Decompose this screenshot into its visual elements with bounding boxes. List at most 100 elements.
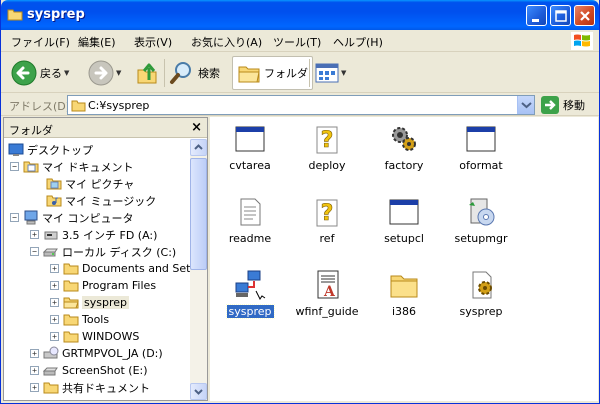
floppy-icon <box>44 231 58 240</box>
folders-pane-title: フォルダ <box>9 124 53 137</box>
folders-pane-header: フォルダ × <box>4 118 207 138</box>
expand-icon[interactable]: + <box>30 383 39 392</box>
file-label: cvtarea <box>229 159 271 172</box>
back-label: 戻る <box>40 67 62 80</box>
tree-item-label: デスクトップ <box>27 143 93 157</box>
menu-file[interactable]: ファイル(F) <box>11 34 70 50</box>
tree-item-documents-and-settings[interactable]: + Documents and Settings <box>50 260 190 277</box>
settings-file-icon <box>472 271 492 299</box>
folder-open-icon <box>63 297 79 309</box>
expand-icon[interactable]: + <box>50 332 59 341</box>
folder-icon <box>43 382 59 394</box>
tree-item-windows[interactable]: + WINDOWS <box>50 328 139 345</box>
expand-icon[interactable]: + <box>30 366 39 375</box>
folders-button[interactable]: フォルダ <box>232 56 313 90</box>
tree-item-label: 3.5 インチ FD (A:) <box>62 228 158 242</box>
file-item[interactable]: readme <box>214 196 286 245</box>
file-item[interactable]: factory <box>368 123 440 172</box>
application-icon <box>466 126 496 152</box>
menu-tools[interactable]: ツール(T) <box>273 34 321 50</box>
hard-disk-icon <box>43 248 58 257</box>
expand-icon[interactable]: + <box>30 230 39 239</box>
folder-icon <box>63 331 79 343</box>
views-dropdown-icon[interactable]: ▼ <box>341 69 346 77</box>
tree-item-cd-drive[interactable]: + GRTMPVOL_JA (D:) <box>30 345 163 362</box>
scroll-thumb[interactable] <box>190 158 207 270</box>
scroll-down-button[interactable] <box>190 383 207 400</box>
expand-icon[interactable]: + <box>50 315 59 324</box>
file-label: factory <box>384 159 424 172</box>
expand-icon[interactable]: + <box>50 264 59 273</box>
back-dropdown-icon[interactable]: ▼ <box>64 69 69 77</box>
tree-item-shared-documents[interactable]: + 共有ドキュメント <box>30 379 150 396</box>
file-label: sysprep <box>459 305 503 318</box>
expand-icon[interactable]: + <box>30 349 39 358</box>
tree-item-label: マイ コンピュータ <box>42 211 134 225</box>
tree-item-desktop[interactable]: デスクトップ <box>8 141 93 158</box>
file-item[interactable]: sysprep <box>214 269 286 319</box>
tree-item-program-files[interactable]: + Program Files <box>50 277 156 294</box>
file-item[interactable]: setupcl <box>368 196 440 245</box>
tree-item-sysprep[interactable]: + sysprep <box>50 294 129 311</box>
folders-pane-close-button[interactable]: × <box>191 120 202 135</box>
tree-item-my-computer[interactable]: − マイ コンピュータ <box>10 209 134 226</box>
file-item[interactable]: i386 <box>368 269 440 318</box>
tree-item-my-documents[interactable]: − マイ ドキュメント <box>10 158 134 175</box>
explorer-window: sysprep ファイル(F) 編集(E) 表示(V) お気に入り(A) ツール… <box>0 0 600 404</box>
scroll-up-button[interactable] <box>190 139 207 156</box>
tree-scrollbar[interactable] <box>190 139 207 400</box>
address-dropdown-button[interactable] <box>517 96 534 114</box>
address-value: C:¥sysprep <box>88 99 150 112</box>
search-button[interactable]: 検索 <box>169 56 220 90</box>
file-item[interactable]: oformat <box>445 123 517 172</box>
network-computers-icon <box>235 270 266 300</box>
file-label: sysprep <box>225 304 275 319</box>
close-button[interactable] <box>574 5 595 26</box>
back-button[interactable]: 戻る ▼ <box>11 56 69 90</box>
menu-help[interactable]: ヘルプ(H) <box>333 34 383 50</box>
tree-item-screenshot-drive[interactable]: + ScreenShot (E:) <box>30 362 148 379</box>
minimize-button[interactable] <box>526 5 547 26</box>
collapse-icon[interactable]: − <box>30 247 39 256</box>
tree-item-label: Documents and Settings <box>82 262 190 275</box>
toolbar-separator <box>309 59 310 87</box>
expand-icon[interactable]: + <box>50 298 59 307</box>
collapse-icon[interactable]: − <box>10 162 19 171</box>
tree-item-tools[interactable]: + Tools <box>50 311 109 328</box>
views-button[interactable]: ▼ <box>315 56 346 90</box>
svg-text:A: A <box>323 284 336 300</box>
file-item[interactable]: sysprep <box>445 269 517 318</box>
tree-item-my-pictures[interactable]: マイ ピクチャ <box>46 175 134 192</box>
file-item[interactable]: cvtarea <box>214 123 286 172</box>
title-bar[interactable]: sysprep <box>1 0 599 30</box>
setup-manager-icon <box>469 198 495 226</box>
tree-item-my-music[interactable]: マイ ミュージック <box>46 192 156 209</box>
folder-icon <box>7 9 23 21</box>
file-label: readme <box>228 232 272 245</box>
menu-view[interactable]: 表示(V) <box>134 34 172 50</box>
forward-button[interactable]: ▼ <box>88 56 121 90</box>
folder-icon <box>390 275 418 298</box>
address-label: アドレス(D) <box>9 100 71 113</box>
up-button[interactable] <box>135 56 159 90</box>
file-item[interactable]: A wfinf_guide <box>291 269 363 318</box>
my-music-icon <box>46 195 62 207</box>
forward-dropdown-icon[interactable]: ▼ <box>116 69 121 77</box>
svg-text:?: ? <box>321 128 334 153</box>
tree-item-local-disk[interactable]: − ローカル ディスク (C:) <box>30 243 176 260</box>
menu-favorites[interactable]: お気に入り(A) <box>191 34 262 50</box>
file-item[interactable]: ? deploy <box>291 123 363 172</box>
menu-edit[interactable]: 編集(E) <box>78 34 116 50</box>
expand-icon[interactable]: + <box>50 281 59 290</box>
application-icon <box>235 126 265 152</box>
collapse-icon[interactable]: − <box>10 213 19 222</box>
file-item[interactable]: setupmgr <box>445 196 517 245</box>
maximize-button[interactable] <box>550 5 571 26</box>
tree-item-floppy[interactable]: + 3.5 インチ FD (A:) <box>30 226 157 243</box>
go-button[interactable]: 移動 <box>541 96 585 114</box>
desktop-icon <box>8 143 24 156</box>
file-list-pane: cvtarea ? deploy factory oformat readme … <box>210 117 598 401</box>
file-item[interactable]: ? ref <box>291 196 363 245</box>
address-input[interactable]: C:¥sysprep <box>67 95 535 115</box>
application-icon <box>389 199 419 225</box>
